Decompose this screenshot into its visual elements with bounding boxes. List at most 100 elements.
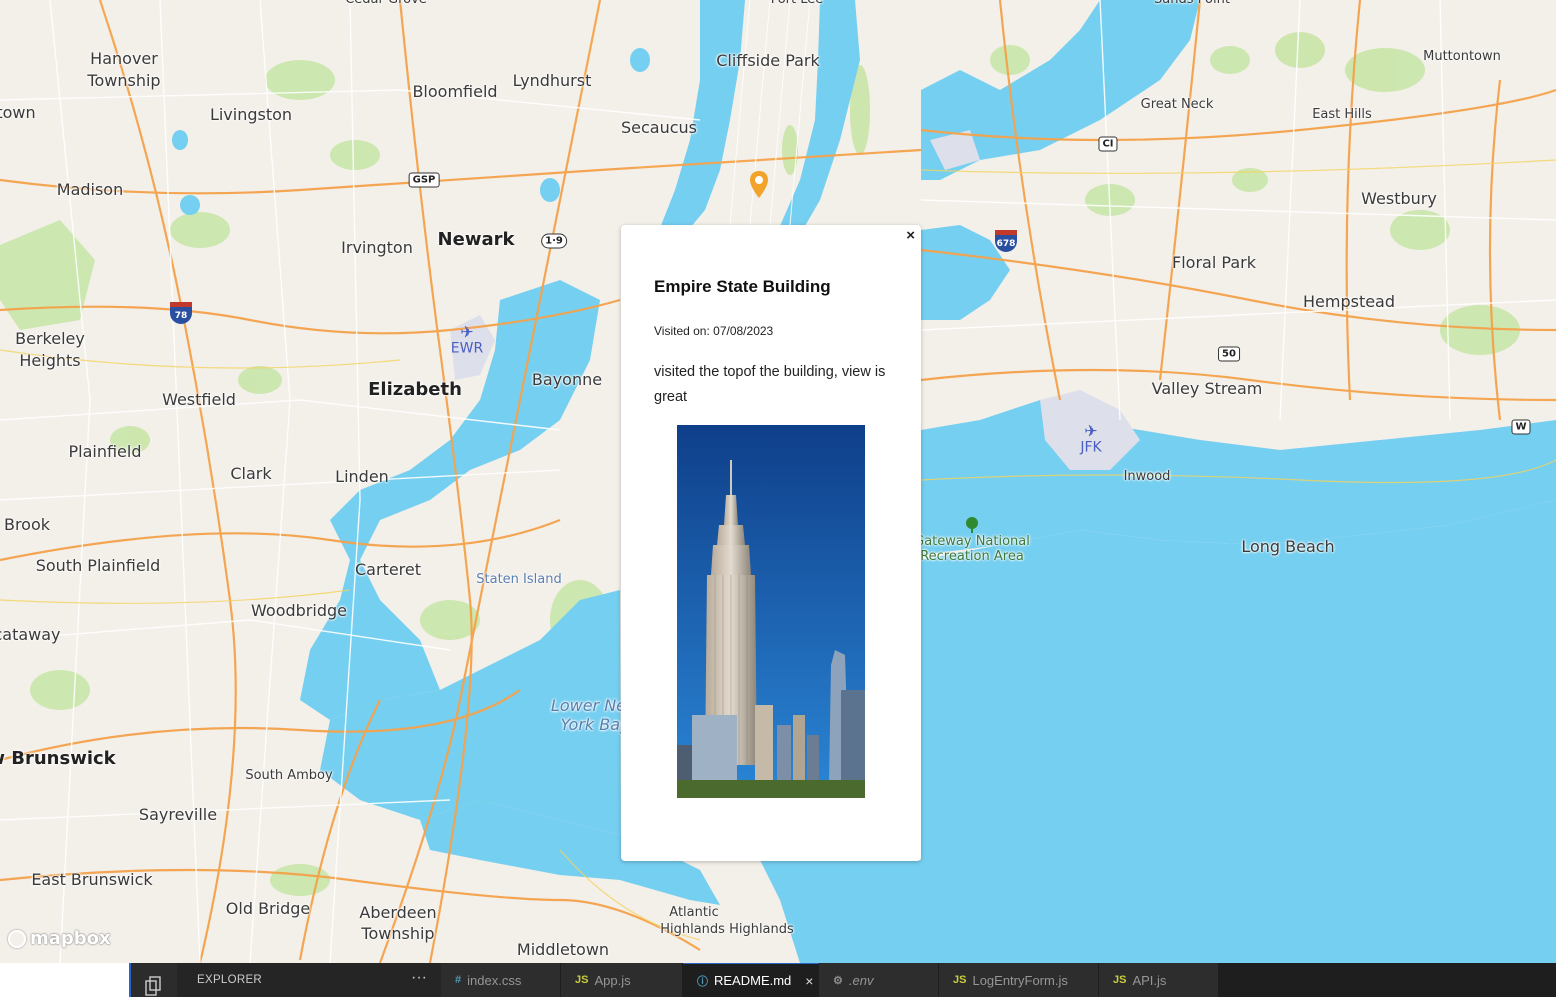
airport-marker: ✈ EWR	[450, 322, 484, 357]
explorer-title: EXPLORER	[197, 974, 263, 986]
tab-logentryform-js[interactable]: JS LogEntryForm.js	[939, 963, 1099, 997]
place-label: Westbury	[1361, 189, 1437, 208]
place-label: Woodbridge	[251, 601, 347, 620]
explorer-panel-header: EXPLORER ···	[177, 963, 441, 997]
place-label: town	[0, 103, 36, 122]
tab-label: App.js	[594, 972, 631, 988]
gear-icon: ⚙	[833, 974, 843, 987]
place-label: Township	[361, 924, 435, 943]
js-file-icon: JS	[1113, 974, 1127, 986]
map-canvas[interactable]: Cedar Grove Fort Lee Sands Point Hanover…	[0, 0, 1556, 963]
place-label: Old Bridge	[225, 899, 311, 918]
airplane-icon: ✈	[460, 322, 474, 342]
popup-title: Empire State Building	[654, 277, 831, 296]
log-entry-popup: × Empire State Building Visited on: 07/0…	[621, 225, 921, 861]
place-label: Heights	[19, 351, 81, 370]
files-icon[interactable]	[144, 976, 164, 996]
airport-label: EWR	[450, 340, 484, 357]
place-label: Middletown	[516, 940, 610, 959]
entry-comment: visited the topof the building, view is …	[654, 364, 886, 405]
tab-label: index.css	[467, 972, 522, 988]
place-label: Carteret	[354, 560, 422, 579]
place-label: Fort Lee	[771, 0, 824, 8]
place-label: Aberdeen	[359, 903, 437, 922]
mapbox-circle-icon	[8, 929, 26, 948]
place-label: Long Beach	[1241, 537, 1335, 556]
airport-label: JFK	[1080, 439, 1102, 456]
place-label: Livingston	[209, 105, 293, 124]
place-label: w Brunswick	[0, 747, 116, 769]
place-label: Hempstead	[1302, 292, 1396, 311]
tab-api-js[interactable]: JS API.js	[1099, 963, 1219, 997]
place-label: Hanover	[90, 49, 158, 68]
place-label: Staten Island	[476, 571, 562, 587]
place-label: Township	[87, 71, 161, 90]
visited-date: Visited on: 07/08/2023	[654, 324, 774, 338]
place-label: Clark	[230, 464, 272, 483]
route-shield: GSP	[408, 172, 440, 188]
route-shield: CI	[1098, 136, 1118, 152]
place-label: Secaucus	[620, 118, 698, 137]
place-label: East Hills	[1312, 106, 1372, 122]
place-label: Linden	[335, 467, 389, 486]
place-label: Madison	[56, 180, 124, 199]
place-label: Atlantic	[669, 904, 719, 920]
tab-readme-md[interactable]: ⓘ README.md ×	[683, 963, 819, 997]
place-label: Lyndhurst	[512, 71, 592, 90]
mapbox-logo[interactable]: mapbox	[8, 928, 111, 949]
place-label: Bayonne	[531, 370, 603, 389]
place-label: East Brunswick	[31, 870, 153, 889]
tab-env[interactable]: ⚙ .env	[819, 963, 939, 997]
place-label: cataway	[0, 625, 61, 644]
route-shield: 1·9	[541, 233, 567, 249]
route-shield: 50	[1218, 346, 1240, 362]
activity-bar[interactable]	[129, 963, 177, 997]
place-label: Muttontown	[1423, 48, 1501, 64]
place-label: Valley Stream	[1151, 379, 1263, 398]
js-file-icon: JS	[953, 974, 967, 986]
place-label: Inwood	[1123, 468, 1171, 484]
park-label: Gateway National	[914, 533, 1030, 549]
mapbox-wordmark: mapbox	[30, 928, 111, 949]
park-tree-icon	[966, 517, 978, 533]
js-file-icon: JS	[575, 974, 589, 986]
place-label: Newark	[437, 228, 515, 250]
entry-image	[677, 425, 865, 798]
tab-label: .env	[848, 972, 874, 988]
interstate-shield: 678	[995, 230, 1017, 252]
place-label: South Amboy	[245, 767, 333, 783]
airplane-icon: ✈	[1084, 421, 1098, 441]
place-label: Sands Point	[1154, 0, 1230, 8]
place-label: Elizabeth	[368, 378, 462, 400]
place-label: Floral Park	[1172, 253, 1256, 272]
route-shield: W	[1511, 419, 1531, 435]
more-actions-icon[interactable]: ···	[411, 969, 427, 987]
place-label: Westfield	[162, 390, 236, 409]
tab-label: LogEntryForm.js	[972, 972, 1068, 988]
tab-label: README.md	[714, 973, 792, 988]
tab-index-css[interactable]: # index.css	[441, 963, 561, 997]
tab-app-js[interactable]: JS App.js	[561, 963, 683, 997]
tab-label: API.js	[1132, 972, 1167, 988]
place-label: South Plainfield	[35, 556, 161, 575]
place-label: Berkeley	[15, 329, 85, 348]
place-label: Bloomfield	[412, 82, 498, 101]
place-label: Great Neck	[1140, 96, 1214, 112]
popup-close-button[interactable]: ×	[906, 227, 915, 244]
park-label: Recreation Area	[920, 548, 1024, 564]
place-label: Highlands Highlands	[660, 921, 794, 937]
place-label: Irvington	[341, 238, 413, 257]
place-label: Plainfield	[68, 442, 142, 461]
info-icon: ⓘ	[697, 975, 708, 988]
place-label: Cliffside Park	[716, 51, 820, 70]
location-pin-icon[interactable]	[748, 170, 770, 200]
empire-state-building-image	[677, 425, 865, 798]
interstate-shield: 78	[170, 302, 192, 324]
place-label: Sayreville	[138, 805, 218, 824]
place-label: Brook	[3, 515, 51, 534]
css-file-icon: #	[455, 974, 462, 986]
place-label: Cedar Grove	[345, 0, 427, 8]
editor-strip: EXPLORER ··· # index.css JS App.js ⓘ REA…	[0, 963, 1556, 997]
close-tab-icon[interactable]: ×	[805, 973, 813, 989]
airport-marker: ✈ JFK	[1080, 421, 1102, 456]
